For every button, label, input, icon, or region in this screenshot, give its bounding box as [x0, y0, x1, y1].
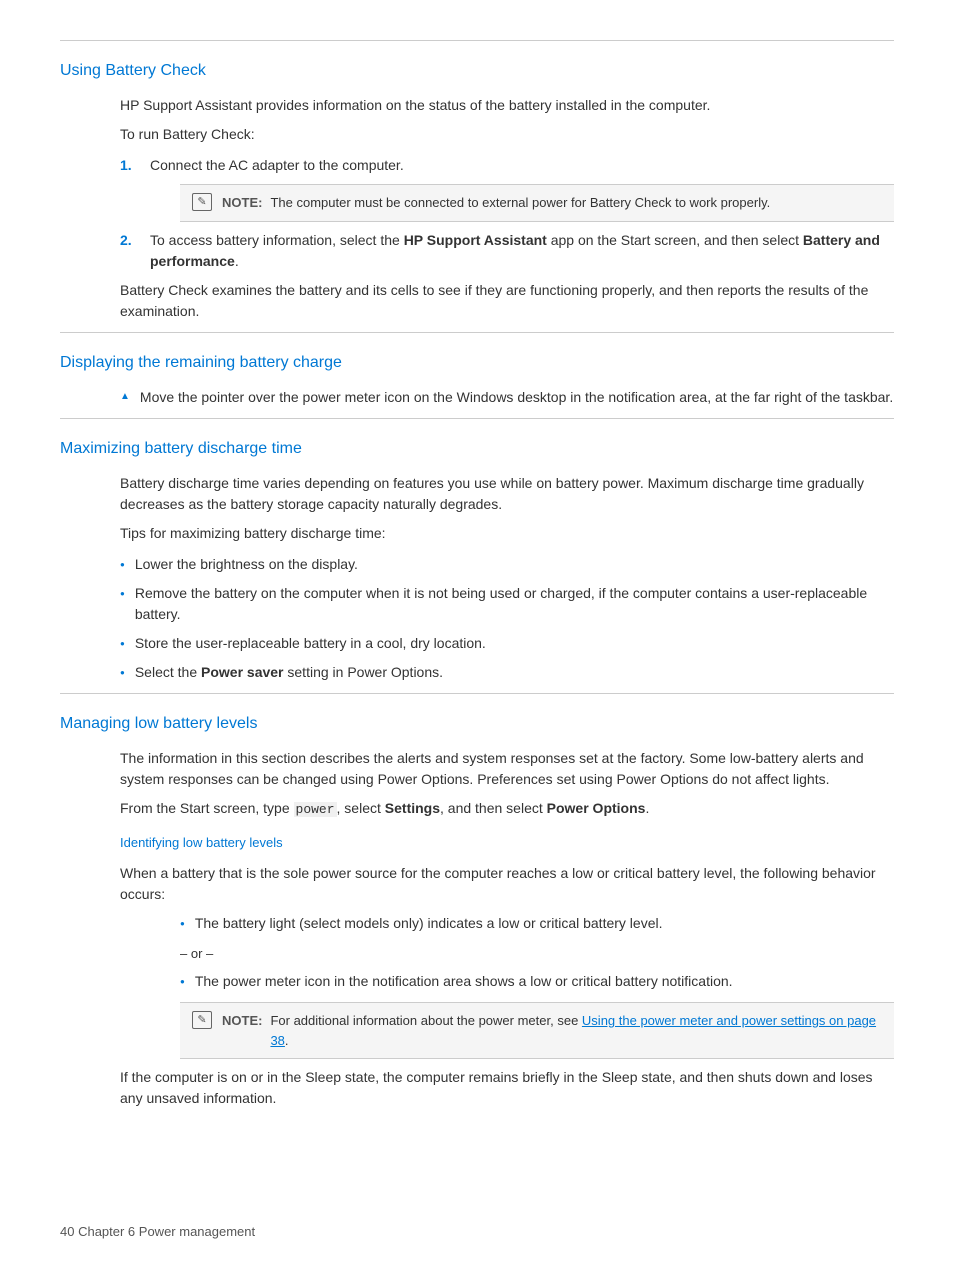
step-1: 1. Connect the AC adapter to the compute…	[120, 155, 894, 176]
section-displaying-remaining: Displaying the remaining battery charge …	[60, 332, 894, 408]
triangle-icon-1: ▲	[120, 389, 130, 404]
displaying-list-item-1: ▲ Move the pointer over the power meter …	[120, 387, 894, 408]
maximizing-bullet-list: ● Lower the brightness on the display. ●…	[120, 554, 894, 683]
bullet-dot-1: ●	[120, 559, 125, 571]
note-text-power-meter: For additional information about the pow…	[270, 1011, 882, 1050]
identifying-bullet-1: ● The battery light (select models only)…	[180, 913, 894, 934]
section-title-using-battery-check: Using Battery Check	[60, 40, 894, 83]
identifying-bullet-2: ● The power meter icon in the notificati…	[180, 971, 894, 992]
managing-p2: From the Start screen, type power, selec…	[120, 798, 894, 820]
step-2-num: 2.	[120, 230, 144, 272]
battery-check-conclusion: Battery Check examines the battery and i…	[120, 280, 894, 322]
note-box-battery-check: NOTE: The computer must be connected to …	[180, 184, 894, 222]
bullet-text-brightness: Lower the brightness on the display.	[135, 554, 358, 575]
bullet-text-store-battery: Store the user-replaceable battery in a …	[135, 633, 486, 654]
page-footer: 40 Chapter 6 Power management	[60, 1222, 255, 1242]
bullet-item-brightness: ● Lower the brightness on the display.	[120, 554, 894, 575]
note-icon-power-meter	[192, 1011, 212, 1029]
identifying-content: When a battery that is the sole power so…	[120, 863, 894, 905]
bullet-text-power-saver: Select the Power saver setting in Power …	[135, 662, 443, 683]
bullet-text-remove-battery: Remove the battery on the computer when …	[135, 583, 894, 625]
maximizing-intro: Battery discharge time varies depending …	[120, 473, 894, 544]
battery-check-conclusion-text: Battery Check examines the battery and i…	[120, 280, 894, 322]
displaying-list: ▲ Move the pointer over the power meter …	[120, 387, 894, 408]
step-1-text: Connect the AC adapter to the computer.	[150, 155, 404, 176]
power-options-bold: Power Options	[547, 800, 646, 816]
settings-bold: Settings	[385, 800, 440, 816]
section-using-battery-check: Using Battery Check HP Support Assistant…	[60, 40, 894, 322]
step-2: 2. To access battery information, select…	[120, 230, 894, 272]
battery-check-steps: 1. Connect the AC adapter to the compute…	[120, 155, 894, 272]
bullet-dot-3: ●	[120, 638, 125, 650]
note-text-battery: The computer must be connected to extern…	[270, 193, 770, 213]
power-saver-bold: Power saver	[201, 664, 284, 680]
step-1-num: 1.	[120, 155, 144, 176]
maximizing-p1: Battery discharge time varies depending …	[120, 473, 894, 515]
identifying-p1: When a battery that is the sole power so…	[120, 863, 894, 905]
managing-p1: The information in this section describe…	[120, 748, 894, 790]
section-title-managing: Managing low battery levels	[60, 693, 894, 736]
subsection-title-identifying: Identifying low battery levels	[120, 833, 894, 853]
power-meter-link[interactable]: Using the power meter and power settings…	[270, 1013, 876, 1048]
section-title-displaying: Displaying the remaining battery charge	[60, 332, 894, 375]
identifying-text-1: The battery light (select models only) i…	[195, 913, 663, 934]
section-title-maximizing: Maximizing battery discharge time	[60, 418, 894, 461]
section-maximizing-battery: Maximizing battery discharge time Batter…	[60, 418, 894, 683]
displaying-item-text: Move the pointer over the power meter ic…	[140, 387, 893, 408]
hp-support-assistant-bold: HP Support Assistant	[404, 232, 547, 248]
or-text: – or –	[180, 944, 894, 964]
maximizing-p2: Tips for maximizing battery discharge ti…	[120, 523, 894, 544]
bullet-dot-4: ●	[120, 667, 125, 679]
identifying-bullet-list-1: ● The battery light (select models only)…	[180, 913, 894, 934]
subsection-identifying: Identifying low battery levels When a ba…	[120, 833, 894, 1109]
step-2-text: To access battery information, select th…	[150, 230, 894, 272]
identifying-dot-1: ●	[180, 918, 185, 930]
identifying-conclusion: If the computer is on or in the Sleep st…	[120, 1067, 894, 1109]
note-label-battery: NOTE:	[222, 193, 262, 213]
note-icon-battery	[192, 193, 212, 211]
power-code: power	[294, 802, 337, 817]
identifying-bullet-list-2: ● The power meter icon in the notificati…	[180, 971, 894, 992]
section-managing-low-battery: Managing low battery levels The informat…	[60, 693, 894, 1110]
identifying-text-2: The power meter icon in the notification…	[195, 971, 733, 992]
identifying-dot-2: ●	[180, 976, 185, 988]
managing-intro: The information in this section describe…	[120, 748, 894, 820]
identifying-conclusion-text: If the computer is on or in the Sleep st…	[120, 1067, 894, 1109]
note-box-power-meter: NOTE: For additional information about t…	[180, 1002, 894, 1059]
note-label-power-meter: NOTE:	[222, 1011, 262, 1031]
bullet-dot-2: ●	[120, 588, 125, 600]
bullet-item-store-battery: ● Store the user-replaceable battery in …	[120, 633, 894, 654]
using-battery-check-intro: HP Support Assistant provides informatio…	[120, 95, 894, 145]
bullet-item-power-saver: ● Select the Power saver setting in Powe…	[120, 662, 894, 683]
bullet-item-remove-battery: ● Remove the battery on the computer whe…	[120, 583, 894, 625]
using-battery-check-p2: To run Battery Check:	[120, 124, 894, 145]
using-battery-check-p1: HP Support Assistant provides informatio…	[120, 95, 894, 116]
